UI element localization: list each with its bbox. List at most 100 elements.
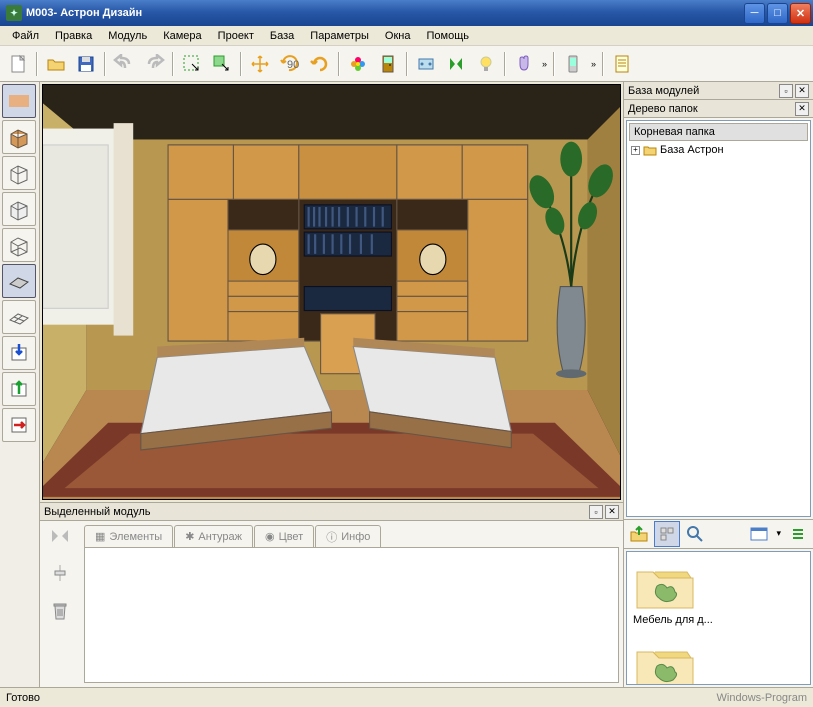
tab-content — [84, 547, 619, 683]
workspace: Выделенный модуль ▫ ✕ ▦Элементы ✱Антураж… — [0, 82, 813, 687]
menu-file[interactable]: Файл — [4, 28, 47, 44]
save-button[interactable] — [72, 50, 100, 78]
folder-thumb-icon — [633, 638, 697, 686]
mirror-button[interactable] — [442, 50, 470, 78]
select-rect-button[interactable] — [178, 50, 206, 78]
bulb-button[interactable] — [472, 50, 500, 78]
bottom-panel-main: ▦Элементы ✱Антураж ◉Цвет ⓘИнфо — [80, 521, 623, 687]
toolbar-expand-2[interactable]: » — [589, 59, 598, 69]
hand-button[interactable] — [510, 50, 538, 78]
app-icon: ✦ — [6, 5, 22, 21]
tree-item-label: База Астрон — [660, 144, 724, 156]
rp-up-button[interactable] — [626, 521, 652, 547]
tab-entourage[interactable]: ✱Антураж — [174, 525, 253, 547]
bottom-panel-title: Выделенный модуль — [44, 506, 587, 518]
close-button[interactable]: ✕ — [790, 3, 811, 24]
thumb-item-1[interactable]: Мебель для д... — [633, 558, 804, 626]
export-tool[interactable] — [2, 372, 36, 406]
move-button[interactable] — [246, 50, 274, 78]
rp-title-1: База модулей — [628, 85, 777, 97]
tabs-row: ▦Элементы ✱Антураж ◉Цвет ⓘИнфо — [84, 525, 619, 547]
rp-dock-1[interactable]: ▫ — [779, 84, 793, 98]
watermark: Windows-Program — [717, 692, 807, 704]
rp-close-2[interactable]: ✕ — [795, 102, 809, 116]
box-tool[interactable] — [2, 120, 36, 154]
thumbnails-area[interactable]: Мебель для д... — [626, 551, 811, 686]
new-button[interactable] — [4, 50, 32, 78]
menubar: Файл Правка Модуль Камера Проект База Па… — [0, 26, 813, 46]
maximize-button[interactable]: □ — [767, 3, 788, 24]
flower-button[interactable] — [344, 50, 372, 78]
rp-header-1: База модулей ▫ ✕ — [624, 82, 813, 100]
folder-thumb-icon — [633, 558, 697, 612]
menu-windows[interactable]: Окна — [377, 28, 419, 44]
wireframe-box-tool[interactable] — [2, 156, 36, 190]
menu-project[interactable]: Проект — [210, 28, 262, 44]
plane-wire-tool[interactable] — [2, 300, 36, 334]
doc-button[interactable] — [608, 50, 636, 78]
menu-help[interactable]: Помощь — [418, 28, 477, 44]
star-icon: ✱ — [185, 530, 194, 543]
bottom-panel: Выделенный модуль ▫ ✕ ▦Элементы ✱Антураж… — [40, 502, 623, 687]
rp-toolbar: ▾ — [624, 519, 813, 549]
3d-viewport[interactable] — [42, 84, 621, 500]
rp-view-button[interactable] — [746, 521, 772, 547]
wall-tool[interactable] — [2, 84, 36, 118]
import-tool[interactable] — [2, 336, 36, 370]
svg-text:90: 90 — [287, 59, 299, 71]
rp-icons-button[interactable] — [654, 521, 680, 547]
rotate90-button[interactable]: 90 — [276, 50, 304, 78]
phone-button[interactable] — [559, 50, 587, 78]
thumb-item-2[interactable] — [633, 638, 804, 686]
door-button[interactable] — [374, 50, 402, 78]
toolbar-expand-1[interactable]: » — [540, 59, 549, 69]
titlebar: ✦ M003- Астрон Дизайн ─ □ ✕ — [0, 0, 813, 26]
right-panel: База модулей ▫ ✕ Дерево папок ✕ Корневая… — [623, 82, 813, 687]
slider-icon[interactable] — [50, 563, 70, 583]
wireframe-box2-tool[interactable] — [2, 228, 36, 262]
trash-icon[interactable] — [51, 601, 69, 621]
menu-parameters[interactable]: Параметры — [302, 28, 377, 44]
tab-color[interactable]: ◉Цвет — [254, 525, 314, 547]
bottom-panel-left — [40, 521, 80, 687]
rp-menu-button[interactable] — [785, 521, 811, 547]
left-toolbar — [0, 82, 40, 687]
arrow-tool[interactable] — [2, 408, 36, 442]
plane-tool[interactable] — [2, 264, 36, 298]
box2-tool[interactable] — [2, 192, 36, 226]
redo-button[interactable] — [140, 50, 168, 78]
statusbar: Готово Windows-Program — [0, 687, 813, 707]
rp-close-1[interactable]: ✕ — [795, 84, 809, 98]
info-icon: ⓘ — [326, 529, 337, 545]
mirror-icon[interactable] — [49, 527, 71, 545]
rotate-button[interactable] — [306, 50, 334, 78]
select-cursor-button[interactable] — [208, 50, 236, 78]
palette-icon: ◉ — [265, 530, 275, 543]
bottom-panel-header: Выделенный модуль ▫ ✕ — [40, 503, 623, 521]
bottom-panel-close[interactable]: ✕ — [605, 505, 619, 519]
rp-expand[interactable]: ▾ — [774, 528, 783, 539]
main-toolbar: 90 » » — [0, 46, 813, 82]
main-area: Выделенный модуль ▫ ✕ ▦Элементы ✱Антураж… — [40, 82, 623, 687]
viewport-wrap — [40, 82, 623, 502]
menu-edit[interactable]: Правка — [47, 28, 100, 44]
thumb-label-1: Мебель для д... — [633, 614, 713, 626]
tab-elements[interactable]: ▦Элементы — [84, 525, 173, 547]
rp-title-2: Дерево папок — [628, 103, 793, 115]
tree-expand-icon[interactable]: + — [631, 146, 640, 155]
module-button[interactable] — [412, 50, 440, 78]
tree-item[interactable]: + База Астрон — [629, 143, 808, 157]
tab-info[interactable]: ⓘИнфо — [315, 525, 381, 547]
status-text: Готово — [6, 692, 717, 704]
menu-database[interactable]: База — [262, 28, 302, 44]
undo-button[interactable] — [110, 50, 138, 78]
rp-search-button[interactable] — [682, 521, 708, 547]
bottom-panel-dock[interactable]: ▫ — [589, 505, 603, 519]
menu-module[interactable]: Модуль — [100, 28, 155, 44]
grid-icon: ▦ — [95, 530, 105, 543]
menu-camera[interactable]: Камера — [155, 28, 209, 44]
open-button[interactable] — [42, 50, 70, 78]
minimize-button[interactable]: ─ — [744, 3, 765, 24]
rp-header-2: Дерево папок ✕ — [624, 100, 813, 118]
folder-tree[interactable]: Корневая папка + База Астрон — [626, 120, 811, 517]
